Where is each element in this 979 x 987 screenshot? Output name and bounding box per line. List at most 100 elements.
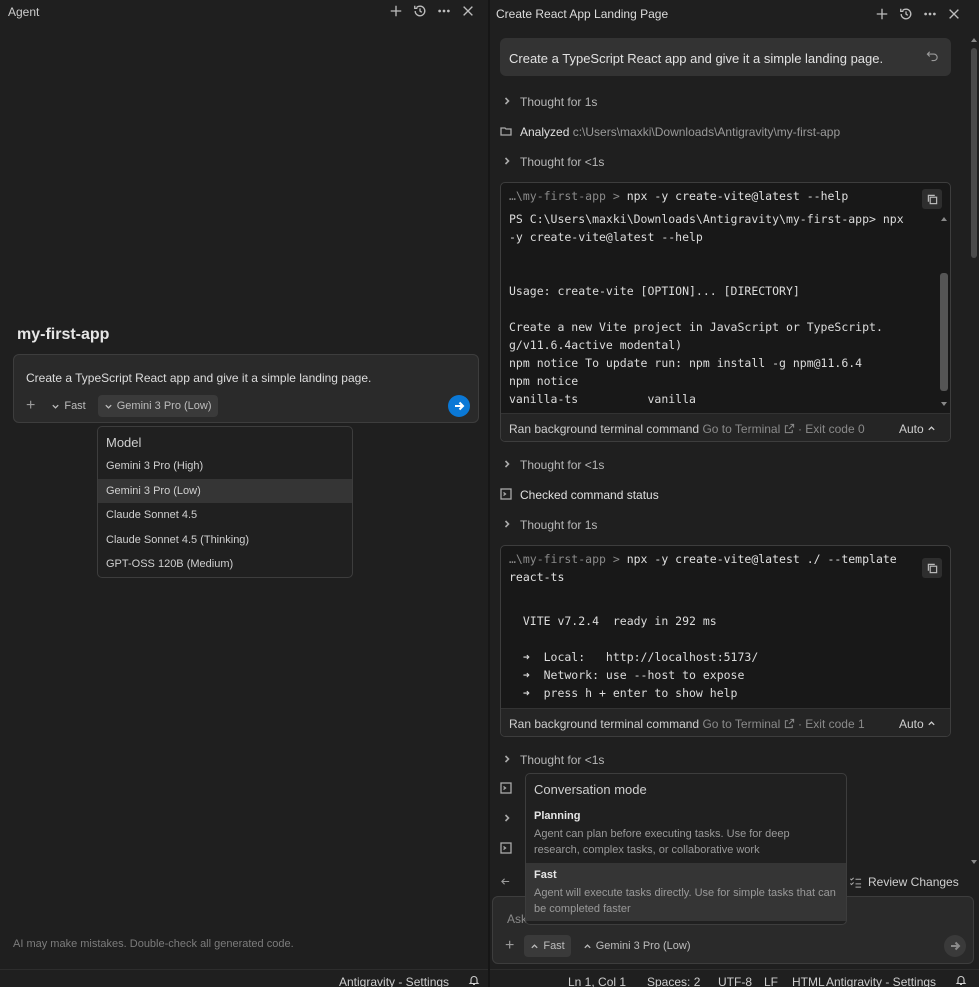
agent-panel-title: Agent	[8, 5, 40, 19]
mode-selector-label: Fast	[543, 940, 565, 952]
model-selector-button[interactable]: Gemini 3 Pro (Low)	[97, 395, 218, 417]
model-option-claude-sonnet-4-5[interactable]: Claude Sonnet 4.5	[98, 503, 352, 527]
conversation-mode-header: Conversation mode	[534, 782, 647, 797]
editor-status-bar: Ln 1, Col 1 Spaces: 2 UTF-8 LF HTML Anti…	[490, 969, 979, 987]
auto-run-toggle[interactable]: Auto	[899, 717, 936, 731]
folder-icon	[500, 125, 512, 140]
exit-code: · Exit code 0	[797, 422, 865, 436]
model-selector-label: Gemini 3 Pro (Low)	[595, 940, 691, 952]
terminal-icon	[500, 487, 512, 503]
thought-label: Thought for <1s	[520, 458, 605, 472]
thought-label: Thought for <1s	[520, 155, 605, 169]
language-mode[interactable]: HTML	[792, 975, 825, 987]
close-icon[interactable]	[946, 6, 962, 22]
chat-input-text[interactable]: Create a TypeScript React app and give i…	[26, 371, 371, 385]
hidden-step-icon	[500, 781, 512, 797]
review-changes-button[interactable]: Review Changes	[849, 872, 959, 892]
thought-step[interactable]: Thought for <1s	[502, 752, 604, 768]
terminal-icon	[500, 781, 512, 797]
mode-option-description: Agent can plan before executing tasks. U…	[534, 828, 790, 856]
thought-label: Thought for <1s	[520, 753, 605, 767]
terminal-output: PS C:\Users\maxki\Downloads\Antigravity\…	[509, 210, 904, 408]
model-option-gpt-oss-120b[interactable]: GPT-OSS 120B (Medium)	[98, 552, 352, 576]
history-icon[interactable]	[898, 6, 914, 22]
model-menu-header: Model	[106, 435, 142, 450]
bell-icon[interactable]	[468, 974, 480, 987]
add-context-button[interactable]: +	[501, 937, 518, 955]
go-to-terminal-link[interactable]: Go to Terminal	[702, 422, 780, 436]
chevron-right-icon	[502, 812, 512, 826]
indentation-setting[interactable]: Spaces: 2	[647, 975, 700, 987]
more-options-icon[interactable]	[436, 3, 452, 19]
agent-panel: Agent my-first-app Create a TypeScript R…	[0, 0, 488, 987]
terminal-output-line: PS C:\Users\maxki\Downloads\Antigravity\…	[509, 212, 904, 226]
copy-icon[interactable]	[922, 558, 942, 578]
terminal-command: …\my-first-app > npx -y create-vite@late…	[509, 189, 849, 203]
send-button[interactable]	[448, 395, 470, 417]
encoding-setting[interactable]: UTF-8	[718, 975, 752, 987]
terminal-output-line: ➜ Local: http://localhost:5173/	[509, 650, 759, 664]
thought-step[interactable]: Thought for <1s	[502, 154, 604, 170]
checked-status-label: Checked command status	[520, 488, 659, 502]
analyzed-label: Analyzed	[520, 125, 570, 139]
auto-run-toggle[interactable]: Auto	[899, 422, 936, 436]
mode-selector-button[interactable]: Fast	[45, 395, 91, 417]
terminal-output-line: vanilla-ts vanilla	[509, 392, 696, 406]
more-options-icon[interactable]	[922, 6, 938, 22]
new-chat-icon[interactable]	[388, 3, 404, 19]
left-status-bar: Antigravity - Settings	[0, 969, 488, 987]
chevron-up-icon	[928, 721, 935, 726]
terminal-footer-label: Ran background terminal command	[509, 422, 700, 436]
settings-status-link[interactable]: Antigravity - Settings	[826, 975, 936, 987]
terminal-scrollbar[interactable]	[940, 213, 948, 408]
eol-setting[interactable]: LF	[764, 975, 778, 987]
thought-label: Thought for 1s	[520, 95, 598, 109]
thought-step[interactable]: Thought for 1s	[502, 517, 597, 533]
terminal-footer-label: Ran background terminal command	[509, 717, 700, 731]
new-chat-icon[interactable]	[874, 6, 890, 22]
back-arrow-icon[interactable]	[500, 873, 511, 889]
checked-status-step[interactable]: Checked command status	[500, 487, 659, 503]
thought-step[interactable]: Thought for <1s	[502, 457, 604, 473]
chevron-down-icon	[52, 404, 59, 409]
exit-code: · Exit code 1	[797, 717, 865, 731]
analyzed-step[interactable]: Analyzed c:\Users\maxki\Downloads\Antigr…	[500, 124, 840, 140]
terminal-output-line: Create a new Vite project in JavaScript …	[509, 320, 883, 334]
conversation-toolbar	[874, 6, 962, 22]
thought-label: Thought for 1s	[520, 518, 598, 532]
model-option-gemini-3-pro-low[interactable]: Gemini 3 Pro (Low)	[98, 479, 352, 503]
chevron-down-icon	[105, 404, 112, 409]
chat-input-box[interactable]: Create a TypeScript React app and give i…	[13, 354, 479, 423]
mode-option-fast[interactable]: Fast Agent will execute tasks directly. …	[526, 863, 846, 921]
conversation-scrollbar[interactable]	[970, 36, 978, 866]
close-icon[interactable]	[460, 3, 476, 19]
terminal-command-continued: react-ts	[509, 570, 565, 584]
mode-option-name: Planning	[534, 810, 581, 822]
settings-status-link[interactable]: Antigravity - Settings	[339, 975, 449, 987]
go-to-terminal-link[interactable]: Go to Terminal	[702, 717, 780, 731]
conversation-input-placeholder[interactable]: Ask	[507, 912, 527, 926]
model-option-gemini-3-pro-high[interactable]: Gemini 3 Pro (High)	[98, 454, 352, 478]
mode-selector-button[interactable]: Fast	[524, 935, 571, 957]
undo-icon[interactable]	[926, 49, 939, 65]
conversation-title: Create React App Landing Page	[496, 7, 669, 21]
terminal-output-line: npm notice To update run: npm install -g…	[509, 356, 863, 370]
analyzed-path[interactable]: c:\Users\maxki\Downloads\Antigravity\my-…	[573, 125, 840, 139]
chevron-up-icon	[531, 943, 538, 948]
send-button[interactable]	[944, 935, 966, 957]
copy-icon[interactable]	[922, 189, 942, 209]
terminal-footer: Ran background terminal command Go to Te…	[501, 413, 950, 441]
add-context-button[interactable]: +	[22, 397, 39, 415]
mode-option-planning[interactable]: Planning Agent can plan before executing…	[526, 804, 846, 864]
model-option-claude-sonnet-4-5-thinking[interactable]: Claude Sonnet 4.5 (Thinking)	[98, 528, 352, 552]
thought-step[interactable]: Thought for 1s	[502, 94, 597, 110]
history-icon[interactable]	[412, 3, 428, 19]
user-message-text: Create a TypeScript React app and give i…	[509, 51, 884, 66]
cursor-position[interactable]: Ln 1, Col 1	[568, 975, 626, 987]
model-selector-button[interactable]: Gemini 3 Pro (Low)	[577, 935, 697, 957]
bell-icon[interactable]	[955, 974, 967, 987]
hidden-step-icon	[500, 841, 512, 857]
mode-option-description: Agent will execute tasks directly. Use f…	[534, 887, 836, 915]
